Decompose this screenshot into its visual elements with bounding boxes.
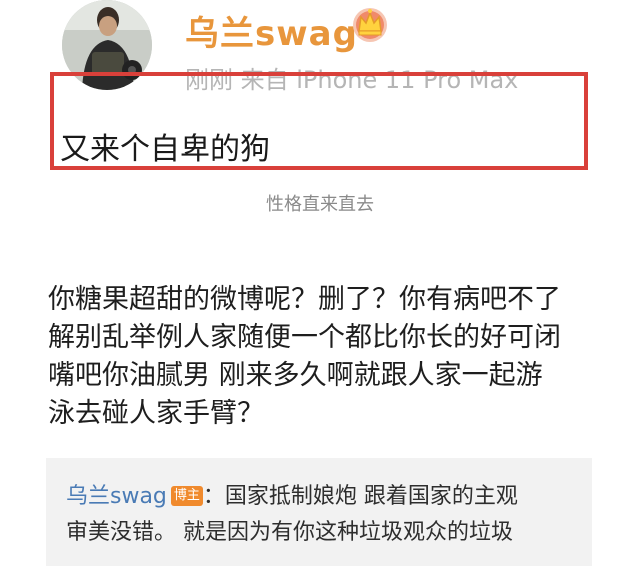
reply-line: 嘴吧你油腻男 刚来多久啊就跟人家一起游: [48, 360, 543, 391]
quote-line-1: 乌兰swag 博主 ：国家抵制娘炮 跟着国家的主观: [66, 478, 518, 510]
quote-username[interactable]: 乌兰swag: [66, 484, 167, 509]
reply-line: 你糖果超甜的微博呢？删了？你有病吧不了: [48, 284, 561, 315]
reply-text: 你糖果超甜的微博呢？删了？你有病吧不了 解别乱举例人家随便一个都比你长的好可闭 …: [48, 281, 608, 433]
crown-icon: [353, 8, 387, 42]
reply-line: 解别乱举例人家随便一个都比你长的好可闭: [48, 322, 561, 353]
quoted-comment[interactable]: 乌兰swag 博主 ：国家抵制娘炮 跟着国家的主观 审美没错。 就是因为有你这种垃圾…: [46, 458, 592, 566]
post-text: 又来个自卑的狗: [60, 132, 270, 167]
author-badge: 博主: [170, 486, 203, 506]
username[interactable]: 乌兰swag: [185, 6, 358, 55]
reply-line: 泳去碰人家手臂？: [48, 398, 264, 429]
quote-line-2: 审美没错。 就是因为有你这种垃圾观众的垃圾: [66, 520, 513, 545]
caption: 性格直来直去: [266, 194, 374, 215]
quote-text: ：国家抵制娘炮 跟着国家的主观: [202, 484, 518, 509]
